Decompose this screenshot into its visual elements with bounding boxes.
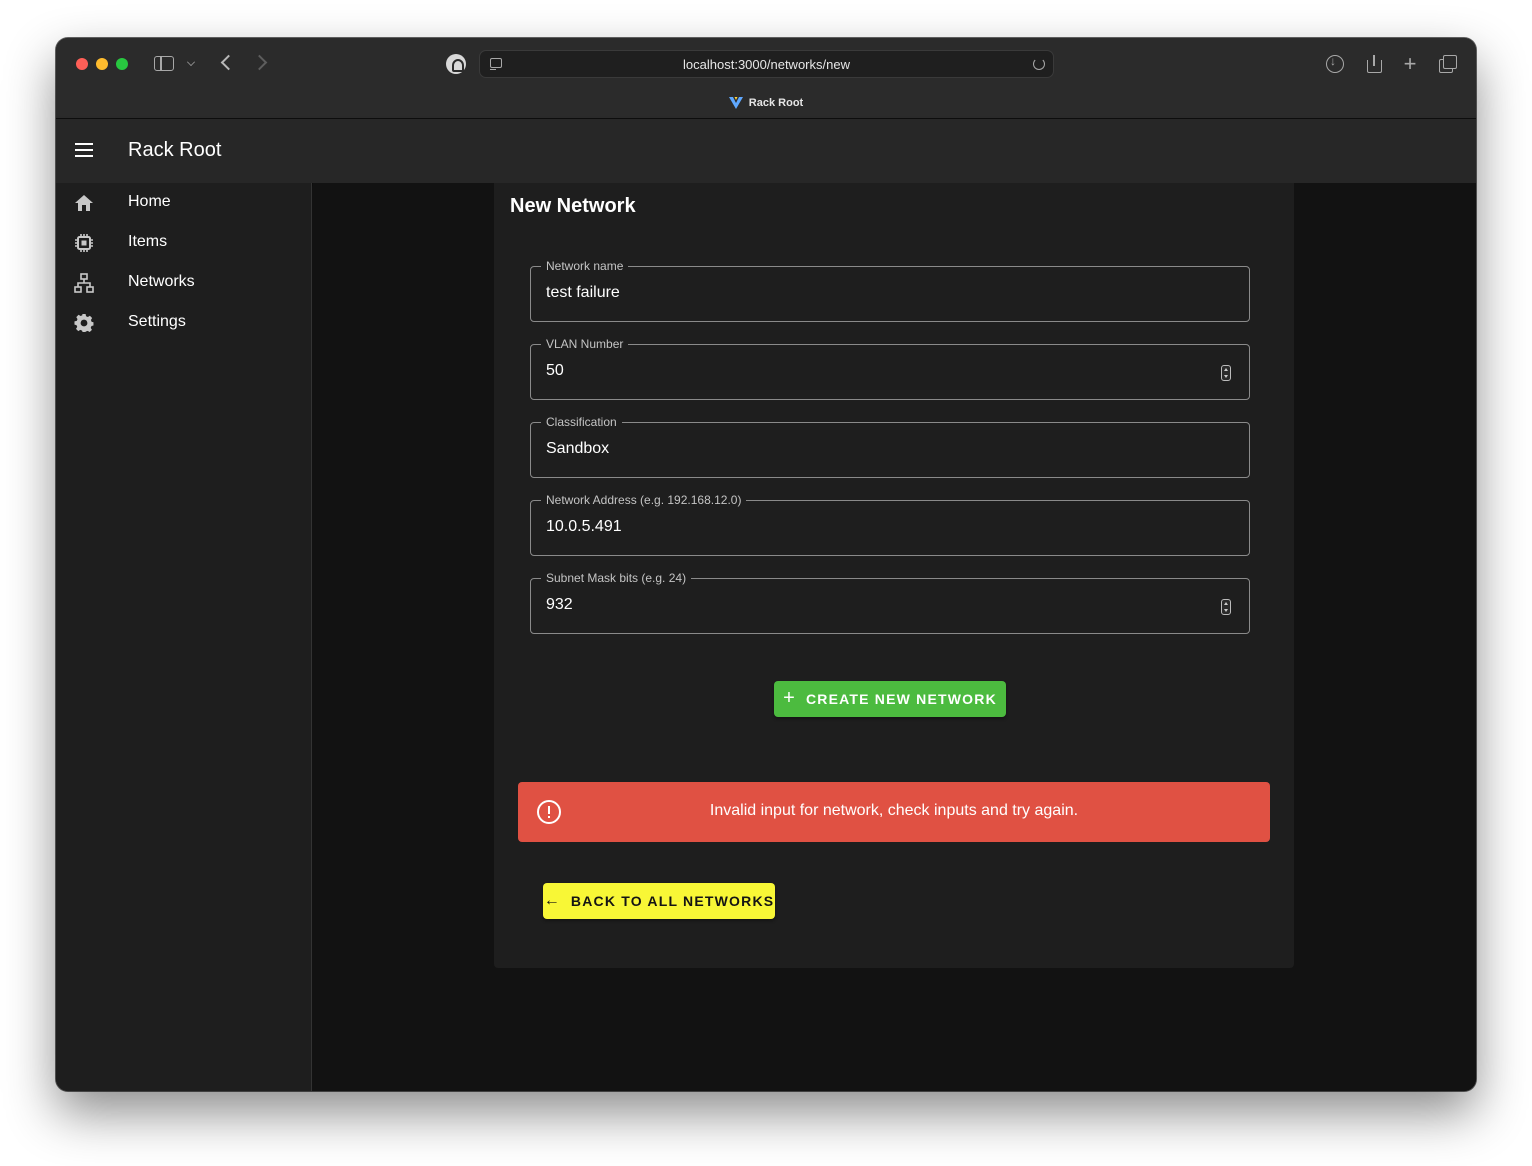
sidebar-item-label: Networks [128, 273, 195, 290]
url-text[interactable]: localhost:3000/networks/new [480, 57, 1053, 72]
sidebar-nav: Home Items Networks Settings [56, 183, 312, 1091]
reload-icon[interactable] [1033, 58, 1045, 70]
address-bar[interactable]: localhost:3000/networks/new [479, 50, 1054, 78]
back-to-networks-button[interactable]: ← BACK TO ALL NETWORKS [543, 883, 775, 919]
network-icon [74, 273, 94, 293]
vlan-number-field[interactable]: VLAN Number 50 [530, 336, 1250, 400]
subnet-mask-field[interactable]: Subnet Mask bits (e.g. 24) 932 [530, 570, 1250, 634]
subnet-mask-input[interactable]: 932 [546, 596, 573, 614]
classification-field[interactable]: Classification Sandbox [530, 414, 1250, 478]
sidebar-item-settings[interactable]: Settings [56, 303, 312, 343]
field-label: Network Address (e.g. 192.168.12.0) [541, 492, 747, 508]
browser-window: localhost:3000/networks/new + Rack Root … [56, 38, 1476, 1091]
tab-overview-icon[interactable] [1439, 55, 1457, 73]
create-network-label: CREATE NEW NETWORK [806, 691, 997, 707]
app-title: Rack Root [128, 139, 222, 161]
tab-title: Rack Root [748, 97, 804, 109]
error-alert: Invalid input for network, check inputs … [518, 782, 1270, 842]
page-title: New Network [510, 195, 636, 217]
number-stepper-icon[interactable] [1221, 599, 1231, 615]
network-address-input[interactable]: 10.0.5.491 [546, 518, 622, 536]
sidebar-item-label: Items [128, 233, 168, 250]
field-label: Classification [541, 414, 622, 430]
network-name-field[interactable]: Network name test failure [530, 258, 1250, 322]
tab-bar: Rack Root [56, 94, 1476, 118]
sidebar-item-label: Settings [128, 313, 186, 330]
vlan-number-input[interactable]: 50 [546, 362, 564, 380]
minimize-window-button[interactable] [96, 58, 108, 70]
menu-icon[interactable] [75, 143, 93, 157]
network-name-input[interactable]: test failure [546, 284, 620, 302]
main-content: New Network Network name test failure VL… [313, 183, 1476, 1091]
sidebar-toggle-icon[interactable] [154, 56, 174, 71]
sidebar-item-items[interactable]: Items [56, 223, 312, 263]
error-message: Invalid input for network, check inputs … [709, 802, 1079, 819]
create-network-button[interactable]: + CREATE NEW NETWORK [774, 681, 1006, 717]
home-icon [75, 195, 93, 211]
number-stepper-icon[interactable] [1221, 365, 1231, 381]
chip-icon [75, 234, 93, 252]
downloads-icon[interactable] [1326, 54, 1344, 73]
classification-input[interactable]: Sandbox [546, 440, 609, 458]
sidebar-item-networks[interactable]: Networks [56, 263, 312, 303]
new-tab-icon[interactable]: + [1401, 53, 1419, 75]
active-tab[interactable]: Rack Root [728, 97, 804, 109]
vite-logo-icon [728, 97, 743, 109]
app-bar: Rack Root [56, 119, 1476, 183]
network-address-field[interactable]: Network Address (e.g. 192.168.12.0) 10.0… [530, 492, 1250, 556]
field-label: Subnet Mask bits (e.g. 24) [541, 570, 692, 586]
arrow-left-icon: ← [543, 892, 561, 909]
back-to-networks-label: BACK TO ALL NETWORKS [570, 893, 775, 909]
share-icon[interactable] [1365, 55, 1383, 73]
gear-icon [74, 313, 94, 332]
forward-icon[interactable] [251, 54, 268, 71]
sidebar-item-home[interactable]: Home [56, 183, 312, 223]
plus-icon: + [783, 687, 796, 709]
sidebar-item-label: Home [128, 193, 171, 210]
browser-toolbar: localhost:3000/networks/new + Rack Root [56, 38, 1476, 119]
back-icon[interactable] [220, 54, 237, 71]
new-network-card: New Network Network name test failure VL… [494, 183, 1294, 968]
field-label: VLAN Number [541, 336, 629, 352]
zoom-window-button[interactable] [116, 58, 128, 70]
field-label: Network name [541, 258, 629, 274]
privacy-extension-icon[interactable] [446, 54, 466, 74]
chevron-down-icon[interactable] [187, 58, 195, 66]
close-window-button[interactable] [76, 58, 88, 70]
